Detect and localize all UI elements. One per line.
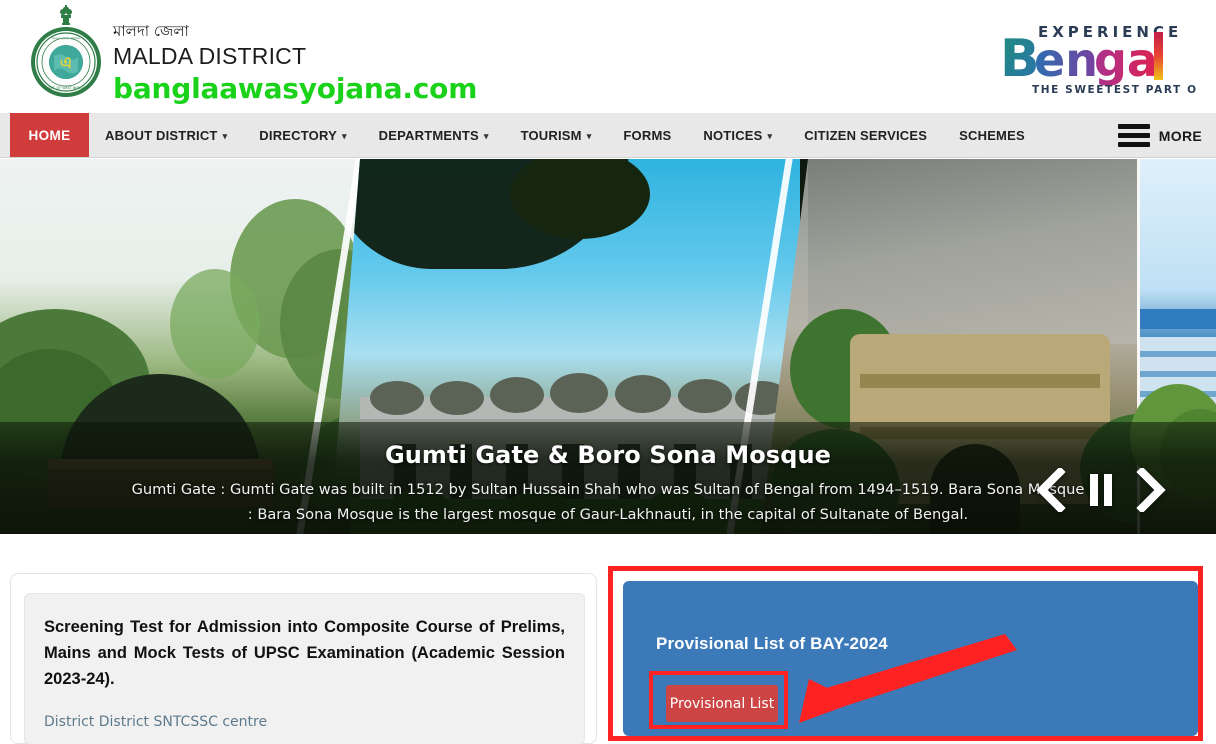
nav-item-directory[interactable]: DIRECTORY ▾ — [243, 113, 362, 157]
svg-text:GOVT. OF WEST BENGAL: GOVT. OF WEST BENGAL — [45, 86, 87, 90]
svg-text:THE SWEETEST PART OF INDIA: THE SWEETEST PART OF INDIA — [1032, 84, 1196, 96]
provisional-list-button[interactable]: Provisional List — [666, 685, 778, 722]
nav-label: TOURISM — [520, 127, 582, 143]
nav-item-departments[interactable]: DEPARTMENTS ▾ — [363, 113, 505, 157]
nav-item-notices[interactable]: NOTICES ▾ — [687, 113, 788, 157]
svg-text:ga: ga — [1094, 33, 1158, 87]
nav-label: SCHEMES — [959, 127, 1025, 143]
nav-label: CITIZEN SERVICES — [804, 127, 928, 143]
notice-title: Screening Test for Admission into Compos… — [44, 618, 565, 688]
malda-district-seal-icon: এ মালদা জেলা প্রশাসন GOVT. OF WEST BENGA… — [31, 27, 101, 97]
svg-text:এ: এ — [60, 53, 72, 72]
carousel-caption-title: Gumti Gate & Boro Sona Mosque — [384, 441, 832, 469]
chevron-down-icon: ▾ — [586, 130, 592, 141]
notice-card: Screening Test for Admission into Compos… — [10, 573, 597, 744]
site-header: এ মালদা জেলা প্রশাসন GOVT. OF WEST BENGA… — [0, 0, 1216, 113]
header-title-block: মালদা জেলা MALDA DISTRICT banglaawasyoja… — [113, 22, 477, 107]
nav-item-tourism[interactable]: TOURISM ▾ — [505, 113, 608, 157]
notice-card-inner: Screening Test for Admission into Compos… — [24, 593, 585, 744]
nav-item-citizen-services[interactable]: CITIZEN SERVICES — [788, 113, 943, 157]
chevron-right-icon[interactable] — [1134, 466, 1168, 514]
title-english: MALDA DISTRICT — [113, 43, 307, 69]
svg-text:মালদা জেলা প্রশাসন: মালদা জেলা প্রশাসন — [51, 37, 80, 41]
pause-icon[interactable] — [1086, 471, 1116, 509]
more-label: MORE — [1158, 127, 1202, 144]
nav-item-schemes[interactable]: SCHEMES — [943, 113, 1041, 157]
notice-source-link[interactable]: District District SNTCSSC centre — [44, 714, 565, 730]
page-root: এ মালদা জেলা প্রশাসন GOVT. OF WEST BENGA… — [0, 0, 1216, 744]
experience-bengal-logo-icon[interactable]: EXPERIENCE B en ga THE SWEETEST PART OF … — [986, 10, 1196, 102]
provisional-list-title: Provisional List of BAY-2024 — [656, 634, 888, 653]
hamburger-menu-icon — [1117, 124, 1150, 147]
chevron-left-icon[interactable] — [1034, 466, 1068, 514]
nav-label: DIRECTORY — [259, 127, 337, 143]
nav-item-forms[interactable]: FORMS — [607, 113, 687, 157]
more-menu-button[interactable]: MORE — [1117, 113, 1202, 158]
chevron-down-icon: ▾ — [222, 130, 228, 141]
svg-text:en: en — [1034, 33, 1098, 87]
provisional-list-panel: Provisional List of BAY-2024 Provisional… — [623, 581, 1198, 736]
chevron-down-icon: ▾ — [483, 130, 489, 141]
nav-item-about-district[interactable]: ABOUT DISTRICT ▾ — [89, 113, 243, 157]
nav-label: NOTICES — [703, 127, 763, 143]
title-bengali: মালদা জেলা — [113, 22, 189, 40]
site-domain[interactable]: banglaawasyojana.com — [113, 71, 477, 107]
carousel-controls — [1034, 466, 1168, 514]
main-navigation: HOME ABOUT DISTRICT ▾ DIRECTORY ▾ DEPART… — [0, 113, 1216, 158]
chevron-down-icon: ▾ — [767, 130, 773, 141]
annotation-highlight-box: Provisional List of BAY-2024 Provisional… — [608, 566, 1203, 741]
district-emblem: এ মালদা জেলা প্রশাসন GOVT. OF WEST BENGA… — [22, 4, 108, 110]
annotation-button-highlight: Provisional List — [649, 671, 788, 729]
chevron-down-icon: ▾ — [341, 130, 347, 141]
nav-label: DEPARTMENTS — [378, 127, 479, 143]
nav-item-home[interactable]: HOME — [10, 113, 89, 157]
nav-label: ABOUT DISTRICT — [105, 127, 218, 143]
nav-label: FORMS — [623, 127, 672, 143]
